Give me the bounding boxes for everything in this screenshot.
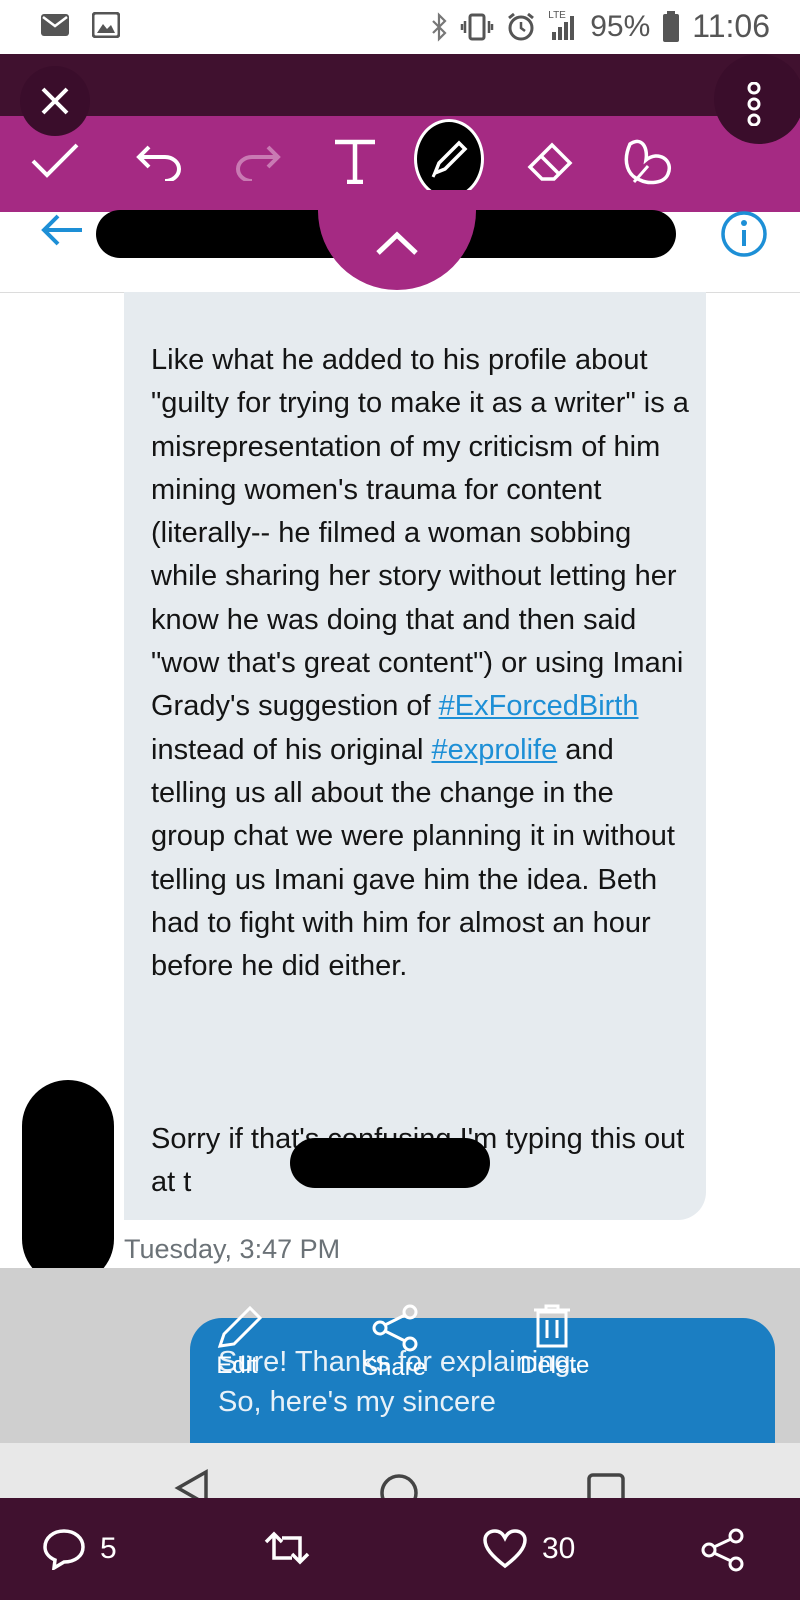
battery-percent: 95% xyxy=(590,9,651,43)
eraser-button[interactable] xyxy=(516,126,586,196)
message-timestamp: Tuesday, 3:47 PM xyxy=(124,1234,341,1264)
heart-icon xyxy=(482,1528,528,1570)
battery-icon xyxy=(662,10,680,43)
retweet-button[interactable] xyxy=(262,1528,312,1568)
info-icon[interactable] xyxy=(720,210,768,258)
share-icon xyxy=(700,1528,746,1572)
share-button[interactable]: Share xyxy=(362,1304,426,1382)
sticker-icon xyxy=(618,136,676,186)
like-button[interactable]: 30 xyxy=(482,1528,575,1570)
hashtag-link[interactable]: #ExForcedBirth xyxy=(439,690,639,722)
close-icon xyxy=(38,84,72,118)
redo-icon xyxy=(232,141,282,181)
alarm-icon xyxy=(506,12,536,42)
share-tweet-button[interactable] xyxy=(700,1528,746,1572)
like-count: 30 xyxy=(542,1532,576,1565)
pencil-icon xyxy=(214,1304,264,1350)
redacted-text xyxy=(290,1138,490,1188)
more-vertical-icon xyxy=(744,82,764,126)
clock: 11:06 xyxy=(692,8,770,44)
message-text: Like what he added to his profile about … xyxy=(151,344,689,983)
text-tool-button[interactable] xyxy=(320,126,390,196)
pen-tool-icon xyxy=(427,137,471,181)
undo-button[interactable] xyxy=(125,126,195,196)
status-bar: LTE 95% 11:06 xyxy=(0,0,800,54)
trash-icon xyxy=(530,1304,589,1350)
eraser-icon xyxy=(524,137,578,185)
comment-icon xyxy=(42,1528,86,1570)
share-icon xyxy=(370,1304,426,1352)
bluetooth-icon xyxy=(430,11,448,42)
sticker-button[interactable] xyxy=(612,126,682,196)
redacted-avatar xyxy=(22,1080,114,1285)
mail-icon xyxy=(40,12,70,38)
retweet-icon xyxy=(262,1528,312,1568)
redo-button[interactable] xyxy=(222,126,292,196)
undo-icon xyxy=(135,141,185,181)
delete-button[interactable]: Delete xyxy=(520,1304,589,1380)
more-options-button[interactable] xyxy=(714,54,800,144)
vibrate-icon xyxy=(460,12,494,42)
back-arrow-icon[interactable] xyxy=(40,212,86,248)
edit-button[interactable]: Edit xyxy=(210,1304,264,1380)
hashtag-link[interactable]: #exprolife xyxy=(432,734,558,766)
confirm-button[interactable] xyxy=(20,126,90,196)
chevron-up-icon xyxy=(374,229,420,257)
engagement-bar: 5 30 xyxy=(0,1498,800,1600)
reply-button[interactable]: 5 xyxy=(42,1528,117,1570)
gallery-icon xyxy=(92,12,120,38)
check-icon xyxy=(29,141,81,181)
reply-count: 5 xyxy=(100,1532,117,1565)
signal-icon: LTE xyxy=(548,10,578,42)
editor-header xyxy=(0,54,800,116)
text-tool-icon xyxy=(332,138,378,184)
pen-tool-button[interactable] xyxy=(414,119,484,199)
